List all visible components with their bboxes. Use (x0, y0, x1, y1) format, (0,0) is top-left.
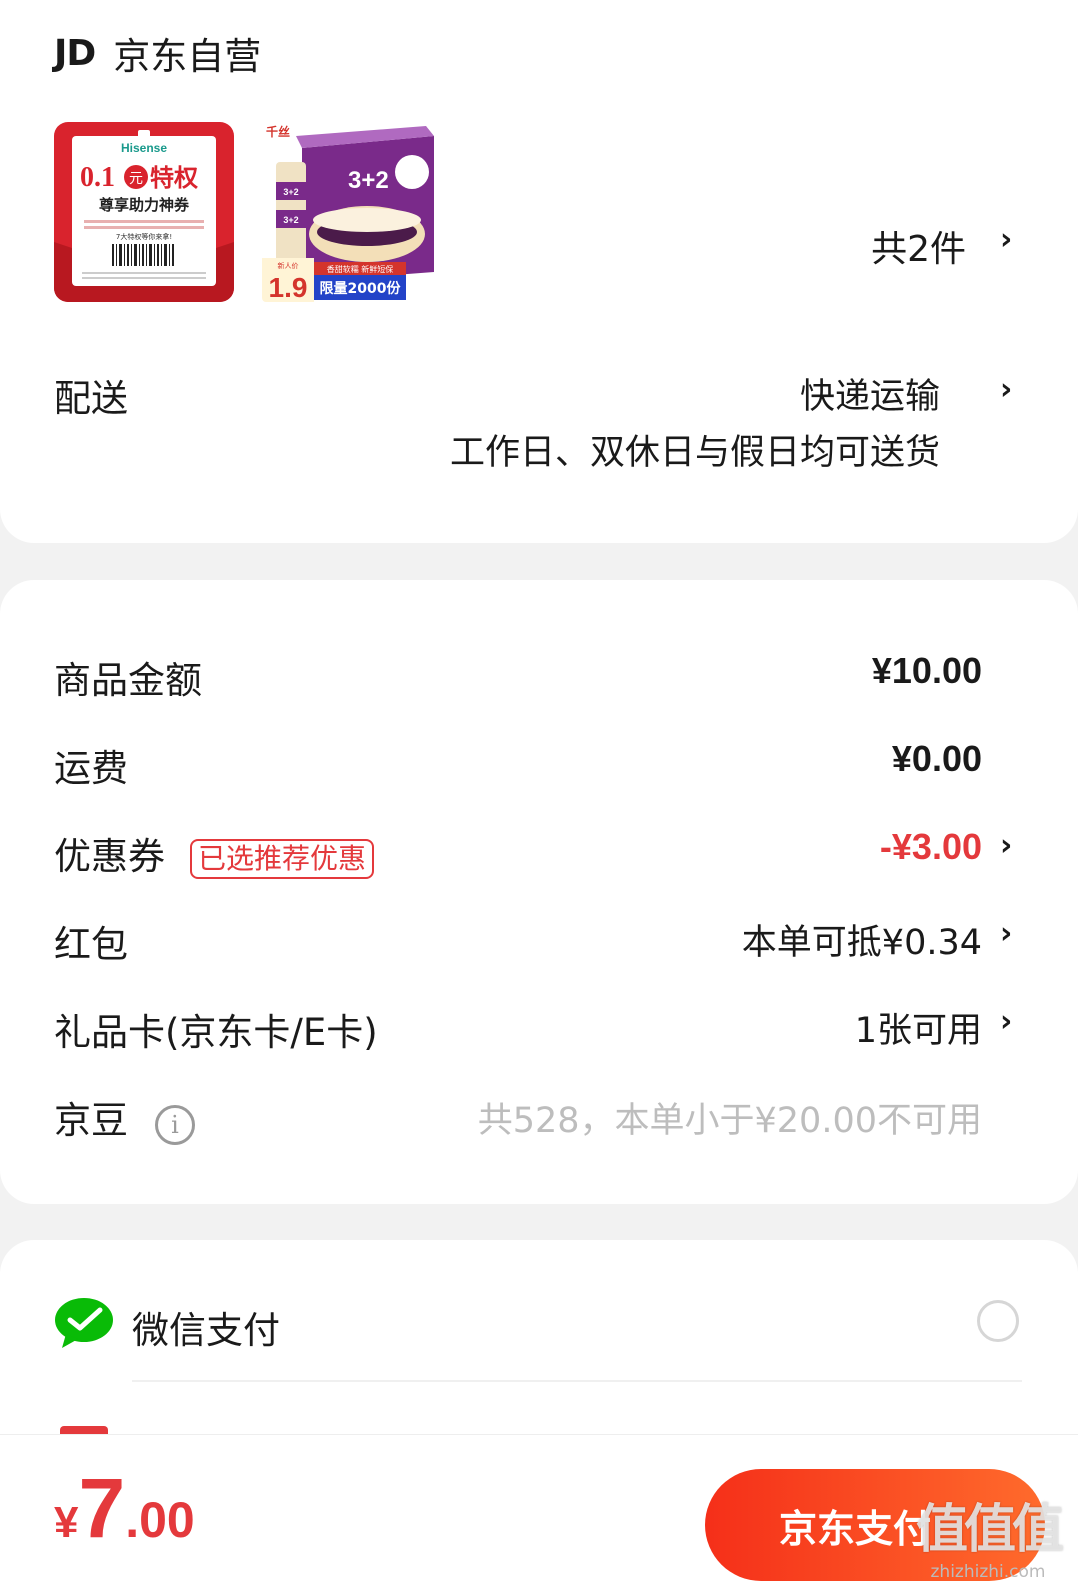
order-summary-card: 商品金额 ¥10.00 运费 ¥0.00 优惠券 已选推荐优惠 -¥3.00 ›… (0, 580, 1078, 1204)
goods-amount-value: ¥10.00 (871, 650, 982, 691)
gift-card-label: 礼品卡(京东卡/E卡) (54, 1011, 378, 1054)
coupon-selected-tag: 已选推荐优惠 (190, 839, 375, 879)
bread-limit: 限量2000份 (320, 280, 402, 297)
coupon-subtitle: 尊享助力神券 (99, 196, 190, 214)
product-thumbnail-bread[interactable]: 千丝 3+2 3+2 3+2 新人价 1.9 香甜软糯 新鲜短保 限量2000份 (262, 122, 442, 302)
gift-card-value[interactable]: 1张可用 (855, 1002, 982, 1053)
shipping-value: ¥0.00 (891, 738, 982, 779)
chevron-right-icon[interactable]: › (1000, 1004, 1012, 1039)
coupon-tagline: 7大特权等你来拿! (116, 232, 172, 241)
jingdou-value: 共528，本单小于¥20.00不可用 (477, 1101, 982, 1141)
goods-amount-label: 商品金额 (54, 659, 202, 702)
bread-image: 千丝 3+2 3+2 3+2 新人价 1.9 香甜软糯 新鲜短保 限量2000份 (262, 122, 442, 302)
total-decimal: .00 (125, 1492, 195, 1548)
red-packet-label: 红包 (54, 923, 128, 966)
coupon-headline-unit: 元 (129, 171, 143, 187)
wechat-pay-radio[interactable] (977, 1300, 1019, 1342)
chevron-right-icon[interactable]: › (1000, 916, 1012, 951)
delivery-method[interactable]: 快递运输 (800, 368, 940, 419)
coupon-headline-num: 0.1 (80, 162, 115, 193)
bread-side-text-2: 3+2 (283, 215, 298, 225)
shipping-label: 运费 (54, 747, 128, 790)
store-card: JD 京东自营 Hisense 0.1 元 特权 尊享助力神券 7大特权等你来拿… (0, 0, 1078, 543)
coupon-label: 优惠券 (54, 835, 165, 878)
chevron-right-icon[interactable]: › (1000, 222, 1012, 257)
currency-symbol: ¥ (54, 1498, 79, 1547)
jingdou-label: 京豆 (54, 1099, 128, 1142)
store-name: 京东自营 (113, 35, 262, 78)
delivery-label: 配送 (54, 377, 128, 420)
info-icon[interactable]: i (155, 1105, 195, 1145)
wechat-pay-label: 微信支付 (132, 1309, 280, 1352)
store-header[interactable]: JD 京东自营 (54, 26, 261, 80)
divider (132, 1380, 1022, 1382)
watermark-url: zhizhizhi.com (930, 1562, 1046, 1582)
coupon-value[interactable]: -¥3.00 (880, 826, 982, 868)
order-total: ¥ 7 .00 (54, 1466, 195, 1550)
bread-brand: 千丝 (266, 124, 290, 139)
coupon-image: Hisense 0.1 元 特权 尊享助力神券 7大特权等你来拿! (54, 122, 234, 302)
item-count[interactable]: 共2件 (871, 220, 966, 272)
watermark-logo: 值值值 (915, 1500, 1064, 1560)
bread-new-badge: 新人价 (278, 261, 299, 270)
jd-logo: JD (54, 32, 96, 74)
total-integer: 7 (78, 1461, 126, 1555)
bread-price: 1.9 (269, 272, 308, 302)
chevron-right-icon[interactable]: › (1000, 372, 1012, 407)
product-thumbnail-coupon[interactable]: Hisense 0.1 元 特权 尊享助力神券 7大特权等你来拿! (54, 122, 234, 302)
wechat-pay-icon (55, 1298, 113, 1348)
coupon-brand: Hisense (121, 141, 167, 155)
bread-side-text-1: 3+2 (283, 187, 298, 197)
delivery-note: 工作日、双休日与假日均可送货 (449, 433, 940, 473)
bread-box-text: 3+2 (348, 167, 389, 194)
checkout-bar: ¥ 7 .00 京东支付 值值值 zhizhizhi.com (0, 1434, 1078, 1590)
coupon-headline-text: 特权 (150, 164, 198, 192)
chevron-right-icon[interactable]: › (1000, 828, 1012, 863)
bread-ribbon: 香甜软糯 新鲜短保 (327, 264, 394, 274)
watermark: 值值值 zhizhizhi.com (915, 1487, 1064, 1582)
red-packet-value[interactable]: 本单可抵¥0.34 (742, 914, 982, 965)
